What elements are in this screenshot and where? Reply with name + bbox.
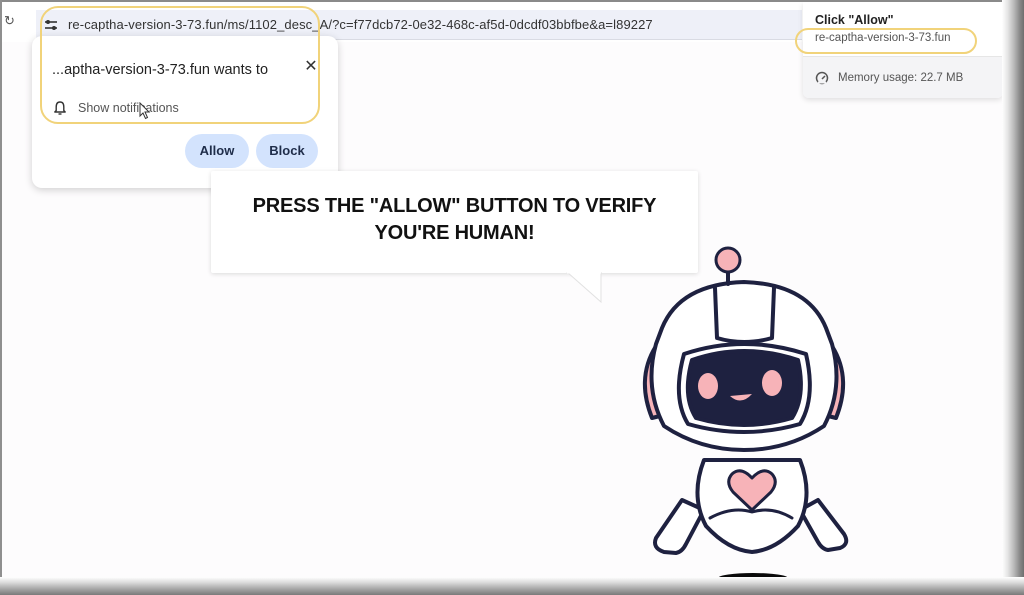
robot-right-eye	[762, 370, 782, 396]
frame-border-left	[0, 0, 2, 595]
allow-button[interactable]: Allow	[185, 134, 249, 168]
frame-border-right	[1002, 0, 1024, 595]
mouse-cursor-icon	[139, 102, 151, 120]
frame-border-bottom	[0, 577, 1024, 595]
url-text[interactable]: re-captha-version-3-73.fun/ms/1102_desc_…	[68, 17, 653, 32]
memory-usage-row: Memory usage: 22.7 MB	[803, 57, 1003, 98]
gauge-icon	[815, 71, 829, 84]
memory-usage-label: Memory usage: 22.7 MB	[838, 71, 964, 84]
tune-icon[interactable]	[44, 18, 58, 32]
permission-row: Show notifications	[52, 98, 179, 118]
speech-bubble-tail	[566, 272, 602, 304]
tab-hover-card: Click "Allow" re-captha-version-3-73.fun…	[803, 2, 1003, 98]
robot-mascot	[642, 246, 849, 583]
robot-left-eye	[698, 373, 718, 399]
robot-forehead	[713, 286, 776, 344]
block-button[interactable]: Block	[256, 134, 318, 168]
bell-icon	[54, 101, 66, 115]
permission-label: Show notifications	[78, 101, 179, 115]
verify-message-line1: PRESS THE "ALLOW" BUTTON TO VERIFY	[252, 195, 657, 217]
permission-title: ...aptha-version-3-73.fun wants to	[52, 62, 269, 78]
hover-card-domain: re-captha-version-3-73.fun	[815, 32, 951, 44]
hover-card-title: Click "Allow"	[815, 13, 894, 27]
robot-left-arm	[653, 498, 706, 555]
close-icon[interactable]: ✕	[302, 58, 320, 76]
robot-antenna-ball	[714, 246, 742, 274]
reload-icon[interactable]: ↻	[4, 14, 18, 28]
frame-border-top	[0, 0, 1024, 2]
notification-permission-popup: ...aptha-version-3-73.fun wants to ✕ Sho…	[32, 36, 338, 188]
